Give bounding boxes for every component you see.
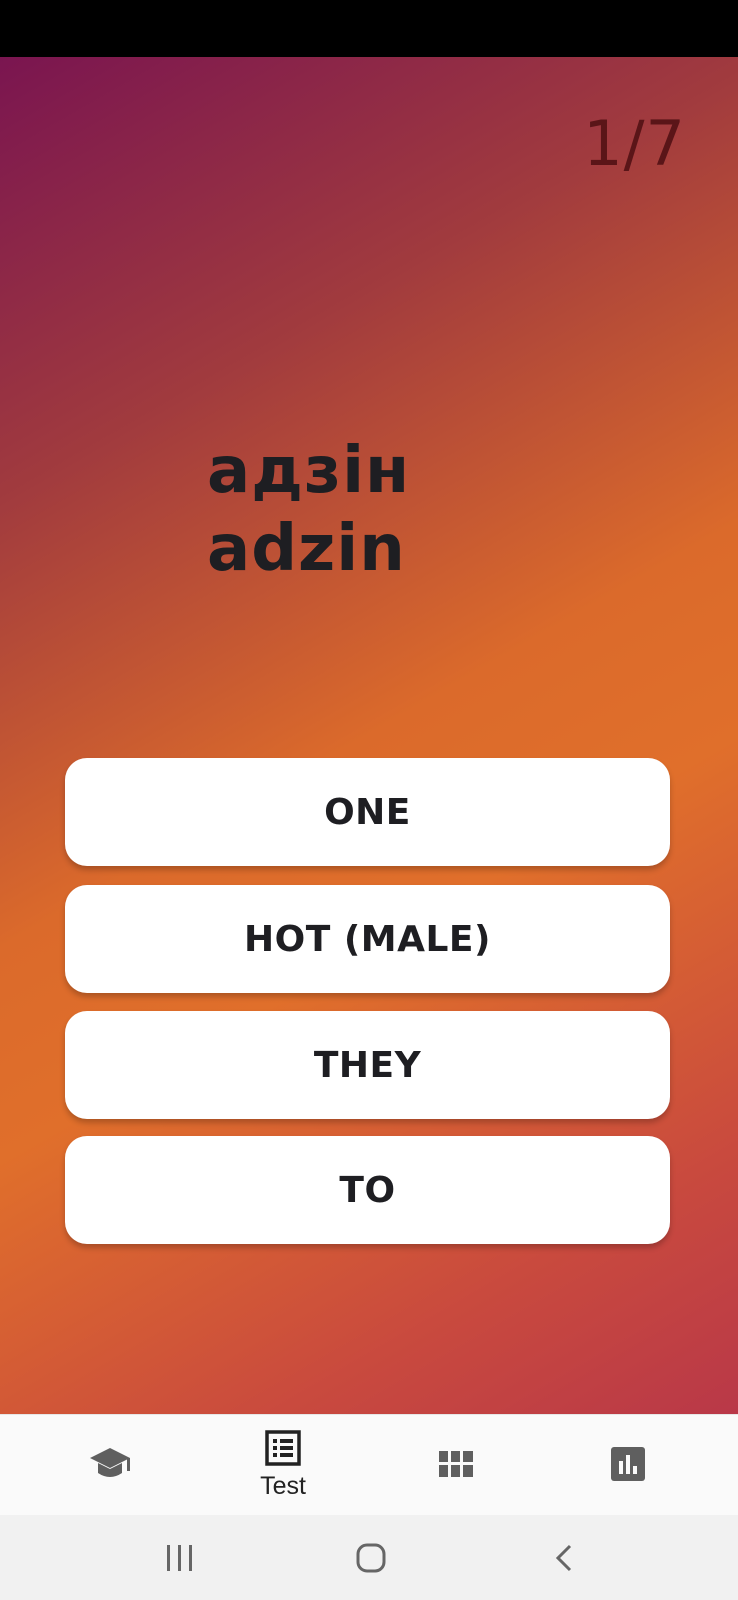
answer-label: TO bbox=[339, 1169, 396, 1211]
word-transliteration: adzin bbox=[207, 512, 406, 586]
bar-chart-icon bbox=[611, 1446, 645, 1485]
nav-item-test[interactable]: Test bbox=[233, 1415, 333, 1516]
recents-icon[interactable] bbox=[140, 1515, 220, 1600]
system-nav-bar bbox=[0, 1515, 738, 1600]
answer-label: ONE bbox=[324, 791, 411, 833]
answer-label: HOT (MALE) bbox=[244, 918, 491, 960]
graduation-cap-icon bbox=[88, 1444, 132, 1488]
status-bar bbox=[0, 0, 738, 57]
nav-label-test: Test bbox=[260, 1472, 306, 1500]
answer-button-one[interactable]: ONE bbox=[65, 758, 670, 866]
answer-button-hot-male[interactable]: HOT (MALE) bbox=[65, 885, 670, 993]
progress-counter: 1/7 bbox=[583, 107, 686, 180]
bottom-nav: Test bbox=[0, 1414, 738, 1515]
answer-button-to[interactable]: TO bbox=[65, 1136, 670, 1244]
question-word: адзін adzin bbox=[207, 432, 410, 588]
word-native: адзін bbox=[207, 434, 411, 508]
nav-item-learn[interactable] bbox=[60, 1415, 160, 1516]
grid-icon bbox=[439, 1450, 473, 1481]
quiz-area: 1/7 адзін adzin ONE HOT (MALE) THEY TO bbox=[0, 57, 738, 1414]
list-icon bbox=[265, 1430, 301, 1470]
nav-item-stats[interactable] bbox=[578, 1415, 678, 1516]
nav-item-grid[interactable] bbox=[406, 1415, 506, 1516]
answer-button-they[interactable]: THEY bbox=[65, 1011, 670, 1119]
home-icon[interactable] bbox=[331, 1515, 411, 1600]
back-icon[interactable] bbox=[524, 1515, 604, 1600]
answer-label: THEY bbox=[313, 1044, 422, 1086]
